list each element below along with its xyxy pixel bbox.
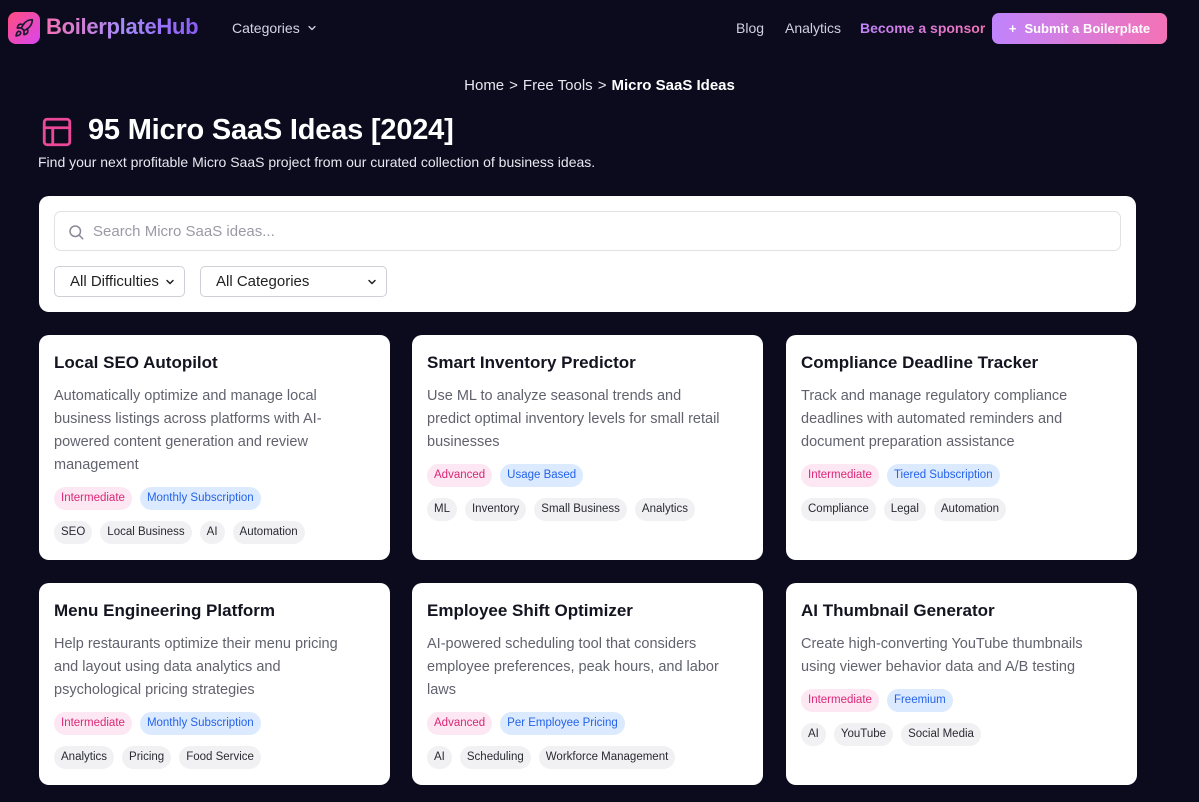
- idea-tag: Compliance: [801, 498, 876, 521]
- idea-tag: AI: [427, 746, 452, 769]
- brand-name[interactable]: BoilerplateHub: [46, 14, 199, 40]
- idea-tag: Inventory: [464, 498, 527, 521]
- category-select[interactable]: All Categories: [200, 266, 387, 297]
- category-select-value: All Categories: [216, 273, 310, 290]
- idea-tag: Automation: [232, 521, 305, 544]
- difficulty-badge: Advanced: [427, 712, 493, 735]
- idea-tag: Food Service: [179, 746, 261, 769]
- pricing-badge: Monthly Subscription: [139, 487, 261, 510]
- idea-title: Local SEO Autopilot: [54, 353, 218, 372]
- idea-tag: AI: [801, 723, 826, 746]
- idea-tag: Social Media: [901, 723, 981, 746]
- submit-boilerplate-button[interactable]: + Submit a Boilerplate: [992, 13, 1167, 44]
- page-subtitle: Find your next profitable Micro SaaS pro…: [38, 154, 596, 170]
- difficulty-badge: Intermediate: [801, 689, 879, 712]
- pricing-badge: Tiered Subscription: [886, 464, 1000, 487]
- idea-tag: SEO: [54, 521, 93, 544]
- idea-description: Create high-converting YouTube thumbnail…: [801, 636, 1083, 675]
- search-box: [54, 211, 1121, 251]
- difficulty-select[interactable]: All Difficulties: [54, 266, 185, 297]
- idea-tag: Local Business: [100, 521, 192, 544]
- idea-card[interactable]: Employee Shift Optimizer AI-powered sche…: [412, 583, 763, 785]
- idea-card[interactable]: Menu Engineering Platform Help restauran…: [39, 583, 390, 785]
- idea-description: Use ML to analyze seasonal trends and pr…: [427, 388, 720, 450]
- idea-card[interactable]: Compliance Deadline Tracker Track and ma…: [786, 335, 1137, 560]
- idea-description: AI-powered scheduling tool that consider…: [427, 636, 719, 698]
- difficulty-badge: Intermediate: [54, 712, 132, 735]
- difficulty-badge: Intermediate: [54, 487, 132, 510]
- breadcrumb: Home > Free Tools > Micro SaaS Ideas: [0, 77, 1199, 94]
- pricing-badge: Per Employee Pricing: [500, 712, 625, 735]
- search-input[interactable]: [93, 212, 1103, 250]
- idea-card[interactable]: Local SEO Autopilot Automatically optimi…: [39, 335, 390, 560]
- plus-icon: +: [1008, 21, 1017, 36]
- idea-description: Automatically optimize and manage local …: [54, 388, 322, 473]
- layout-icon: [42, 117, 72, 147]
- idea-description: Track and manage regulatory compliance d…: [801, 388, 1068, 450]
- breadcrumb-current: Micro SaaS Ideas: [611, 77, 735, 94]
- breadcrumb-free-tools[interactable]: Free Tools: [523, 77, 593, 94]
- pricing-badge: Usage Based: [500, 464, 584, 487]
- top-navbar: BoilerplateHub Categories Blog Analytics…: [0, 0, 1199, 58]
- idea-title: AI Thumbnail Generator: [801, 601, 995, 620]
- idea-card[interactable]: AI Thumbnail Generator Create high-conve…: [786, 583, 1137, 785]
- idea-tag: Small Business: [534, 498, 627, 521]
- idea-tag: Automation: [933, 498, 1007, 521]
- difficulty-badge: Advanced: [427, 464, 493, 487]
- idea-title: Employee Shift Optimizer: [427, 601, 633, 620]
- chevron-down-icon: [308, 25, 316, 31]
- submit-boilerplate-label: Submit a Boilerplate: [1024, 21, 1151, 36]
- idea-tag: ML: [427, 498, 457, 521]
- nav-link-analytics[interactable]: Analytics: [785, 20, 841, 36]
- idea-tag: Scheduling: [459, 746, 531, 769]
- idea-tag: YouTube: [833, 723, 894, 746]
- breadcrumb-separator: >: [509, 77, 518, 94]
- categories-label: Categories: [232, 20, 300, 36]
- search-icon: [69, 225, 84, 240]
- idea-tag: Analytics: [634, 498, 695, 521]
- idea-title: Compliance Deadline Tracker: [801, 353, 1039, 372]
- rocket-logo-icon[interactable]: [8, 12, 40, 44]
- become-sponsor-link[interactable]: Become a sponsor: [860, 20, 985, 36]
- pricing-badge: Monthly Subscription: [139, 712, 261, 735]
- idea-card[interactable]: Smart Inventory Predictor Use ML to anal…: [412, 335, 763, 560]
- idea-title: Smart Inventory Predictor: [427, 353, 636, 372]
- chevron-down-icon: [166, 279, 174, 285]
- idea-tag: Legal: [883, 498, 926, 521]
- difficulty-select-value: All Difficulties: [70, 273, 159, 290]
- idea-tag: Workforce Management: [538, 746, 676, 769]
- nav-link-blog[interactable]: Blog: [736, 20, 764, 36]
- idea-tag: AI: [199, 521, 225, 544]
- breadcrumb-home[interactable]: Home: [464, 77, 504, 94]
- idea-title: Menu Engineering Platform: [54, 601, 276, 620]
- page-title: 95 Micro SaaS Ideas [2024]: [88, 114, 454, 146]
- pricing-badge: Freemium: [886, 689, 953, 712]
- difficulty-badge: Intermediate: [801, 464, 879, 487]
- idea-tag: Analytics: [54, 746, 115, 769]
- idea-description: Help restaurants optimize their menu pri…: [54, 636, 338, 698]
- categories-dropdown[interactable]: Categories: [232, 20, 318, 36]
- breadcrumb-separator: >: [597, 77, 607, 94]
- idea-tag: Pricing: [122, 746, 172, 769]
- filter-panel: All Difficulties All Categories: [39, 196, 1136, 312]
- chevron-down-icon: [368, 279, 376, 285]
